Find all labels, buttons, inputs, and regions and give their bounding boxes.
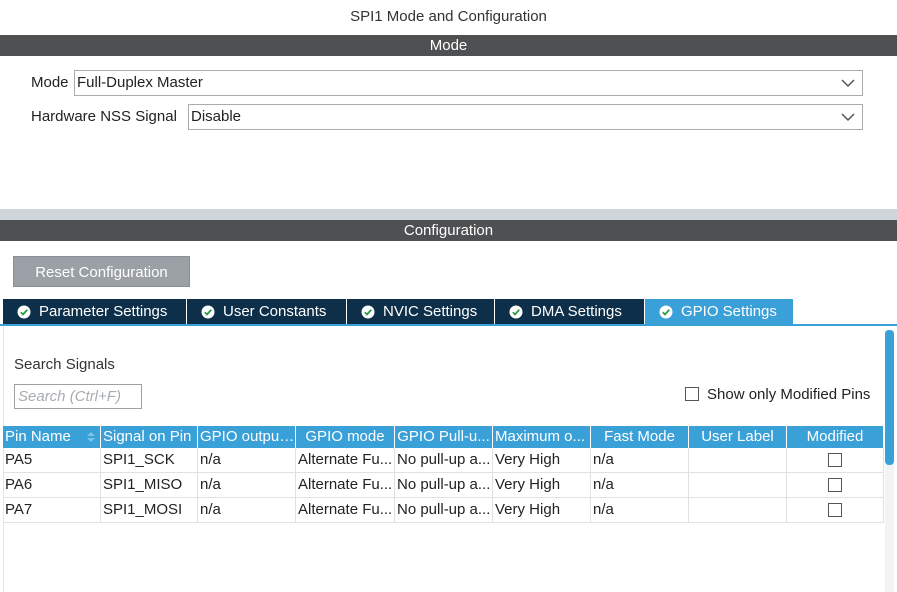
cell-pin-name: PA6 (3, 473, 101, 497)
cell-user-label[interactable] (689, 448, 787, 472)
tab-gpio-settings[interactable]: GPIO Settings (645, 299, 794, 324)
tab-user-constants[interactable]: User Constants (187, 299, 347, 324)
tab-label: Parameter Settings (39, 303, 168, 320)
cell-pin-name: PA5 (3, 448, 101, 472)
panel-scrollbar[interactable] (885, 330, 894, 592)
tab-label: NVIC Settings (383, 303, 478, 320)
cell-gpio-mode[interactable]: Alternate Fu... (296, 448, 395, 472)
cell-fast-mode[interactable]: n/a (591, 498, 689, 522)
cell-fast-mode[interactable]: n/a (591, 448, 689, 472)
column-header-fast-mode[interactable]: Fast Mode (591, 426, 689, 448)
cell-pin-name: PA7 (3, 498, 101, 522)
cell-gpio-pull[interactable]: No pull-up a... (395, 498, 493, 522)
mode-select[interactable]: Full-Duplex Master (74, 70, 863, 96)
cell-gpio-output[interactable]: n/a (198, 448, 296, 472)
scrollbar-thumb[interactable] (885, 330, 894, 465)
column-header-gpio-output[interactable]: GPIO output... (198, 426, 296, 448)
check-circle-icon (201, 305, 215, 318)
cell-gpio-pull[interactable]: No pull-up a... (395, 448, 493, 472)
tab-parameter-settings[interactable]: Parameter Settings (3, 299, 187, 324)
cell-modified (787, 473, 884, 497)
tab-dma-settings[interactable]: DMA Settings (495, 299, 645, 324)
show-modified-label: Show only Modified Pins (707, 385, 871, 403)
modified-checkbox[interactable] (828, 453, 842, 467)
mode-select-value: Full-Duplex Master (77, 74, 203, 91)
cell-gpio-output[interactable]: n/a (198, 473, 296, 497)
cell-modified (787, 448, 884, 472)
column-header-modified[interactable]: Modified (787, 426, 884, 448)
column-header-signal-on-pin[interactable]: Signal on Pin (101, 426, 198, 448)
cell-gpio-mode[interactable]: Alternate Fu... (296, 473, 395, 497)
configuration-section-header: Configuration (0, 220, 897, 241)
check-circle-icon (361, 305, 375, 318)
mode-section-header: Mode (0, 35, 897, 56)
cell-modified (787, 498, 884, 522)
modified-checkbox[interactable] (828, 478, 842, 492)
column-header-user-label[interactable]: User Label (689, 426, 787, 448)
cell-max-speed[interactable]: Very High (493, 448, 591, 472)
tab-label: User Constants (223, 303, 327, 320)
cell-max-speed[interactable]: Very High (493, 473, 591, 497)
cell-signal: SPI1_MISO (101, 473, 198, 497)
section-divider (0, 209, 897, 220)
show-modified-pins-toggle[interactable]: Show only Modified Pins (685, 384, 870, 404)
reset-configuration-button[interactable]: Reset Configuration (13, 256, 190, 287)
cell-gpio-output[interactable]: n/a (198, 498, 296, 522)
nss-select-value: Disable (191, 108, 242, 125)
show-modified-checkbox[interactable] (685, 387, 699, 401)
table-row[interactable]: PA7 SPI1_MOSI n/a Alternate Fu... No pul… (3, 498, 884, 523)
gpio-pin-table: Pin Name Signal on Pin GPIO output... GP… (3, 426, 884, 523)
tab-label: GPIO Settings (681, 303, 777, 320)
config-tabs: Parameter Settings User Constants NVIC S… (3, 299, 794, 324)
column-header-maximum-output-speed[interactable]: Maximum o... (493, 426, 591, 448)
cell-signal: SPI1_MOSI (101, 498, 198, 522)
search-signals-title: Search Signals (14, 356, 115, 373)
column-header-gpio-mode[interactable]: GPIO mode (296, 426, 395, 448)
table-row[interactable]: PA6 SPI1_MISO n/a Alternate Fu... No pul… (3, 473, 884, 498)
check-circle-icon (659, 305, 673, 318)
chevron-down-icon (841, 79, 855, 88)
sort-icon[interactable] (86, 431, 96, 443)
check-circle-icon (509, 305, 523, 318)
tab-nvic-settings[interactable]: NVIC Settings (347, 299, 495, 324)
tab-label: DMA Settings (531, 303, 622, 320)
table-row[interactable]: PA5 SPI1_SCK n/a Alternate Fu... No pull… (3, 448, 884, 473)
column-header-gpio-pull[interactable]: GPIO Pull-u... (395, 426, 493, 448)
mode-label: Mode (31, 74, 69, 91)
modified-checkbox[interactable] (828, 503, 842, 517)
cell-signal: SPI1_SCK (101, 448, 198, 472)
nss-select[interactable]: Disable (188, 104, 863, 130)
table-header: Pin Name Signal on Pin GPIO output... GP… (3, 426, 884, 448)
search-signals-input[interactable] (14, 384, 142, 409)
check-circle-icon (17, 305, 31, 318)
cell-max-speed[interactable]: Very High (493, 498, 591, 522)
cell-user-label[interactable] (689, 498, 787, 522)
cell-user-label[interactable] (689, 473, 787, 497)
column-header-pin-name[interactable]: Pin Name (3, 426, 101, 448)
window-title: SPI1 Mode and Configuration (350, 8, 547, 25)
nss-label: Hardware NSS Signal (31, 108, 177, 125)
cell-fast-mode[interactable]: n/a (591, 473, 689, 497)
cell-gpio-mode[interactable]: Alternate Fu... (296, 498, 395, 522)
chevron-down-icon (841, 113, 855, 122)
cell-gpio-pull[interactable]: No pull-up a... (395, 473, 493, 497)
